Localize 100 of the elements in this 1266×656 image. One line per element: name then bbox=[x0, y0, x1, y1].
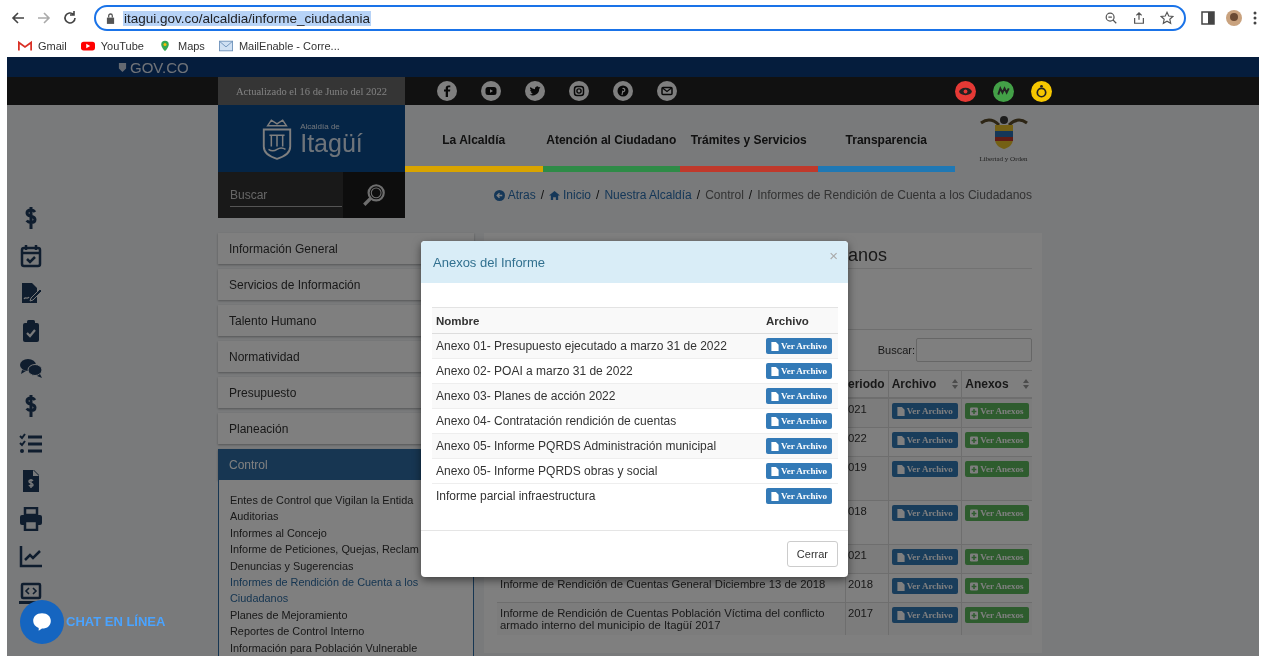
table-cell: 021 bbox=[848, 403, 867, 415]
reload-icon[interactable] bbox=[62, 10, 78, 26]
mail-icon[interactable] bbox=[657, 81, 677, 101]
breadcrumb-link[interactable]: Atras bbox=[507, 188, 536, 202]
printer-icon[interactable] bbox=[19, 506, 43, 531]
view-file-button[interactable]: Ver Archivo bbox=[766, 463, 833, 479]
submenu-link[interactable]: Información para Población Vulnerable bbox=[230, 639, 462, 656]
breadcrumb-item: Informes de Rendición de Cuenta a los Ciudadanos bbox=[757, 188, 1032, 202]
table-cell: 019 bbox=[848, 461, 867, 473]
column-header: Archivo bbox=[766, 314, 809, 327]
breadcrumb-separator: / bbox=[596, 188, 600, 202]
chart-line-icon[interactable] bbox=[19, 544, 43, 569]
view-file-button[interactable]: Ver Archivo bbox=[766, 488, 833, 504]
calendar-check-icon[interactable] bbox=[19, 243, 43, 268]
checklist-icon[interactable] bbox=[19, 431, 43, 456]
home-icon bbox=[549, 189, 561, 201]
breadcrumb-separator: / bbox=[696, 188, 701, 202]
view-file-button[interactable]: Ver Archivo bbox=[891, 432, 958, 448]
file-icon bbox=[896, 406, 905, 416]
view-file-button[interactable]: Ver Archivo bbox=[891, 607, 958, 623]
chat-button[interactable] bbox=[20, 600, 64, 644]
breadcrumb-item: Control bbox=[705, 188, 744, 202]
file-icon bbox=[771, 466, 779, 476]
share-icon[interactable] bbox=[1132, 11, 1146, 25]
file-icon bbox=[771, 391, 779, 401]
signed-document-icon[interactable] bbox=[19, 281, 43, 306]
search-field[interactable]: Buscar bbox=[218, 172, 343, 218]
pinterest-icon[interactable] bbox=[613, 81, 633, 101]
facebook-icon[interactable] bbox=[437, 81, 457, 101]
logo-name: Itagüí bbox=[300, 131, 363, 155]
view-file-button[interactable]: Ver Archivo bbox=[766, 388, 833, 404]
view-file-button[interactable]: Ver Archivo bbox=[766, 438, 833, 454]
table-cell: 2018 bbox=[848, 578, 874, 590]
eye-icon[interactable] bbox=[955, 80, 976, 102]
logo-panel[interactable]: Alcaldía de Itagüí bbox=[218, 105, 405, 172]
envelope-icon bbox=[218, 40, 233, 52]
submenu-link[interactable]: Planes de Mejoramiento bbox=[230, 606, 462, 624]
plus-square-icon bbox=[970, 610, 979, 620]
file-icon bbox=[771, 366, 779, 376]
shield-icon bbox=[118, 61, 127, 73]
file-icon bbox=[771, 341, 779, 351]
file-icon bbox=[771, 491, 779, 501]
bookmark[interactable]: Gmail bbox=[18, 40, 67, 52]
back-icon[interactable] bbox=[10, 10, 26, 26]
submenu-link[interactable]: Reportes de Control Interno bbox=[230, 623, 462, 640]
view-file-button[interactable]: Ver Archivo bbox=[766, 413, 833, 429]
avatar[interactable] bbox=[1226, 10, 1242, 26]
view-file-button[interactable]: Ver Archivo bbox=[891, 403, 958, 419]
view-file-button[interactable]: Ver Archivo bbox=[766, 363, 833, 379]
nav-item[interactable]: Atención al Ciudadano bbox=[542, 105, 680, 166]
search-button[interactable] bbox=[343, 172, 405, 218]
menu-icon[interactable] bbox=[1252, 10, 1258, 26]
table-cell: Informe parcial infraestructura bbox=[436, 489, 596, 503]
zoom-icon[interactable] bbox=[1104, 11, 1118, 25]
file-icon bbox=[896, 435, 905, 445]
close-dialog-button[interactable]: Cerrar bbox=[786, 541, 838, 567]
sidebar-icon[interactable] bbox=[1200, 10, 1216, 26]
table-cell: Informe de Rendición de Cuentas Población Víctima del conflicto armado interno del municipio de Itagüí 2017 bbox=[500, 607, 825, 631]
laptop-code-icon[interactable] bbox=[19, 581, 43, 606]
plus-square-icon bbox=[970, 464, 979, 474]
instagram-icon[interactable] bbox=[569, 81, 589, 101]
play-icon bbox=[80, 40, 95, 52]
youtube-icon[interactable] bbox=[481, 81, 501, 101]
table-cell: 018 bbox=[848, 505, 867, 517]
plus-square-icon bbox=[970, 552, 979, 562]
table-cell: 2017 bbox=[848, 607, 874, 619]
file-icon bbox=[896, 552, 905, 562]
mail-icon bbox=[18, 40, 32, 52]
view-file-button[interactable]: Ver Archivo bbox=[891, 578, 958, 594]
breadcrumb-link[interactable]: Nuestra Alcaldía bbox=[604, 188, 692, 202]
bookmark[interactable]: MailEnable - Corre... bbox=[218, 40, 340, 52]
bookmark[interactable]: YouTube bbox=[80, 40, 144, 52]
view-file-button[interactable]: Ver Archivo bbox=[891, 549, 958, 565]
search-label: Buscar: bbox=[877, 344, 915, 356]
twitter-icon[interactable] bbox=[525, 81, 545, 101]
plus-square-icon bbox=[970, 435, 979, 445]
file-icon bbox=[896, 610, 905, 620]
star-icon[interactable] bbox=[1160, 11, 1174, 25]
bookmark[interactable]: Maps bbox=[157, 40, 205, 52]
plus-square-icon bbox=[970, 581, 979, 591]
nav-item[interactable]: Transparencia bbox=[817, 105, 955, 166]
view-file-button[interactable]: Ver Archivo bbox=[891, 461, 958, 477]
view-file-button[interactable]: Ver Archivo bbox=[766, 338, 833, 354]
comments-icon[interactable] bbox=[19, 356, 43, 381]
table-search-field[interactable] bbox=[916, 338, 1032, 362]
breadcrumb-separator: / bbox=[748, 188, 753, 202]
breadcrumb-link[interactable]: Inicio bbox=[563, 188, 592, 202]
file-icon bbox=[896, 508, 905, 518]
table-cell: Informe de Rendición de Cuentas General Diciembre 13 de 2018 bbox=[500, 578, 826, 590]
breadcrumb-separator: / bbox=[540, 188, 545, 202]
plus-square-icon bbox=[970, 406, 979, 416]
file-icon bbox=[771, 416, 779, 426]
submenu-link[interactable]: Informes de Rendición de Cuenta a los Ciudadanos bbox=[230, 574, 462, 607]
view-file-button[interactable]: Ver Archivo bbox=[891, 505, 958, 521]
nav-item[interactable]: Trámites y Servicios bbox=[680, 105, 818, 166]
logo-subtitle: Alcaldía de bbox=[300, 122, 341, 131]
nav-item[interactable]: La Alcaldía bbox=[405, 105, 543, 166]
gov-logo[interactable]: GOV.CO bbox=[130, 58, 189, 76]
table-cell: 021 bbox=[848, 549, 867, 561]
address-bar[interactable]: itagui.gov.co/alcaldia/informe_ciudadania bbox=[94, 5, 1186, 31]
